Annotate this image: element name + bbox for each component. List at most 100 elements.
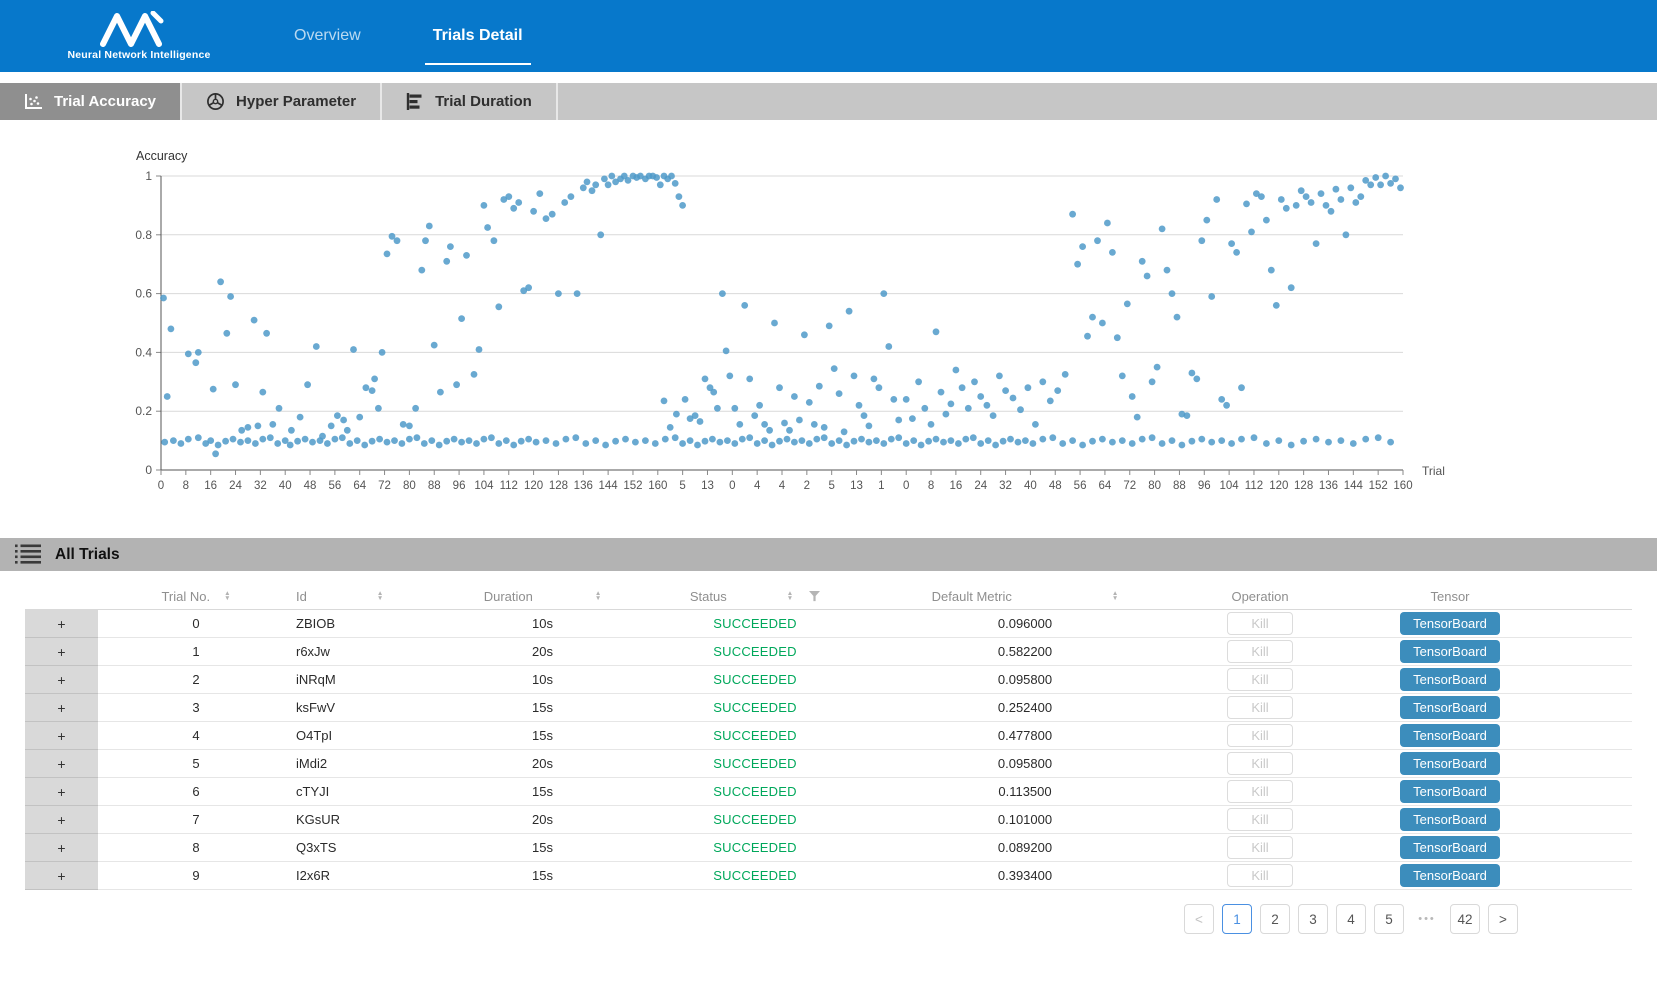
cell-duration: 10s [440, 610, 645, 638]
svg-text:0.8: 0.8 [135, 228, 152, 242]
column-label: Tensor [1430, 589, 1469, 604]
tensorboard-button[interactable]: TensorBoard [1400, 752, 1500, 775]
kill-button[interactable]: Kill [1227, 724, 1293, 747]
prev-page-button[interactable]: < [1184, 904, 1214, 934]
cell-status: SUCCEEDED [645, 610, 865, 638]
row-expander-button[interactable]: + [25, 778, 98, 806]
cell-operation: Kill [1185, 638, 1335, 666]
column-default-metric: Default Metric ▲▼ [865, 583, 1185, 609]
row-expander-button[interactable]: + [25, 666, 98, 694]
cell-duration: 15s [440, 862, 645, 890]
cell-id: cTYJI [294, 778, 440, 806]
cell-id: r6xJw [294, 638, 440, 666]
table-body: +0ZBIOB10sSUCCEEDED0.096000KillTensorBoa… [25, 610, 1632, 890]
svg-text:160: 160 [1393, 480, 1412, 492]
row-expander-button[interactable]: + [25, 750, 98, 778]
tensorboard-button[interactable]: TensorBoard [1400, 640, 1500, 663]
filter-funnel-icon[interactable] [809, 591, 820, 602]
subtab-trial-duration[interactable]: Trial Duration [382, 83, 558, 120]
cell-status: SUCCEEDED [645, 806, 865, 834]
page-5-button[interactable]: 5 [1374, 904, 1404, 934]
sort-icon[interactable]: ▲▼ [224, 591, 230, 601]
tensorboard-button[interactable]: TensorBoard [1400, 696, 1500, 719]
tab-trials-detail[interactable]: Trials Detail [397, 0, 559, 72]
table-row: +7KGsUR20sSUCCEEDED0.101000KillTensorBoa… [25, 806, 1632, 834]
sort-icon[interactable]: ▲▼ [787, 591, 793, 601]
svg-text:88: 88 [1173, 480, 1186, 492]
cell-duration: 15s [440, 722, 645, 750]
page-4-button[interactable]: 4 [1336, 904, 1366, 934]
sort-icon[interactable]: ▲▼ [1112, 591, 1118, 601]
kill-button[interactable]: Kill [1227, 780, 1293, 803]
cell-id: iMdi2 [294, 750, 440, 778]
tensorboard-button[interactable]: TensorBoard [1400, 780, 1500, 803]
page-1-button[interactable]: 1 [1222, 904, 1252, 934]
svg-text:128: 128 [1294, 480, 1313, 492]
column-label: Trial No. [161, 589, 210, 604]
row-expander-button[interactable]: + [25, 862, 98, 890]
svg-text:80: 80 [403, 480, 416, 492]
svg-text:48: 48 [1049, 480, 1062, 492]
row-expander-button[interactable]: + [25, 694, 98, 722]
cell-filler [1565, 750, 1632, 778]
page-2-button[interactable]: 2 [1260, 904, 1290, 934]
table-row: +2iNRqM10sSUCCEEDED0.095800KillTensorBoa… [25, 666, 1632, 694]
cell-default-metric: 0.096000 [865, 610, 1185, 638]
tab-overview[interactable]: Overview [258, 0, 397, 72]
cell-id: KGsUR [294, 806, 440, 834]
svg-text:0: 0 [158, 480, 164, 492]
kill-button[interactable]: Kill [1227, 640, 1293, 663]
cell-tensor: TensorBoard [1335, 750, 1565, 778]
tensorboard-button[interactable]: TensorBoard [1400, 612, 1500, 635]
svg-text:0.2: 0.2 [135, 404, 152, 418]
sort-icon[interactable]: ▲▼ [377, 591, 383, 601]
row-expander-button[interactable]: + [25, 806, 98, 834]
row-expander-button[interactable]: + [25, 722, 98, 750]
tensorboard-button[interactable]: TensorBoard [1400, 808, 1500, 831]
cell-duration: 15s [440, 834, 645, 862]
svg-text:144: 144 [599, 480, 619, 492]
kill-button[interactable]: Kill [1227, 864, 1293, 887]
cell-status: SUCCEEDED [645, 666, 865, 694]
cell-trial-no: 9 [98, 862, 294, 890]
cell-tensor: TensorBoard [1335, 638, 1565, 666]
nni-logo: Neural Network Intelligence [64, 0, 214, 72]
brand-subtitle: Neural Network Intelligence [67, 49, 210, 61]
kill-button[interactable]: Kill [1227, 808, 1293, 831]
subtab-hyper-parameter[interactable]: Hyper Parameter [182, 83, 382, 120]
svg-text:64: 64 [353, 480, 366, 492]
page-42-button[interactable]: 42 [1450, 904, 1480, 934]
page-3-button[interactable]: 3 [1298, 904, 1328, 934]
svg-text:0.4: 0.4 [135, 345, 152, 359]
cell-tensor: TensorBoard [1335, 722, 1565, 750]
svg-text:0: 0 [729, 480, 735, 492]
tensorboard-button[interactable]: TensorBoard [1400, 724, 1500, 747]
svg-text:8: 8 [183, 480, 189, 492]
table-row: +9I2x6R15sSUCCEEDED0.393400KillTensorBoa… [25, 862, 1632, 890]
row-expander-button[interactable]: + [25, 638, 98, 666]
kill-button[interactable]: Kill [1227, 752, 1293, 775]
row-expander-button[interactable]: + [25, 834, 98, 862]
cell-default-metric: 0.113500 [865, 778, 1185, 806]
subtab-trial-accuracy[interactable]: Trial Accuracy [0, 83, 182, 120]
svg-text:2: 2 [804, 480, 810, 492]
kill-button[interactable]: Kill [1227, 612, 1293, 635]
tensorboard-button[interactable]: TensorBoard [1400, 864, 1500, 887]
svg-text:1: 1 [145, 169, 152, 183]
tensorboard-button[interactable]: TensorBoard [1400, 836, 1500, 859]
kill-button[interactable]: Kill [1227, 668, 1293, 691]
cell-tensor: TensorBoard [1335, 834, 1565, 862]
tensorboard-button[interactable]: TensorBoard [1400, 668, 1500, 691]
sort-icon[interactable]: ▲▼ [595, 591, 601, 601]
svg-text:40: 40 [279, 480, 292, 492]
cell-operation: Kill [1185, 666, 1335, 694]
next-page-button[interactable]: > [1488, 904, 1518, 934]
cell-status: SUCCEEDED [645, 834, 865, 862]
kill-button[interactable]: Kill [1227, 696, 1293, 719]
kill-button[interactable]: Kill [1227, 836, 1293, 859]
column-operation: Operation [1185, 583, 1335, 609]
column-label: Status [690, 589, 727, 604]
row-expander-button[interactable]: + [25, 610, 98, 638]
cell-trial-no: 2 [98, 666, 294, 694]
cell-status: SUCCEEDED [645, 862, 865, 890]
